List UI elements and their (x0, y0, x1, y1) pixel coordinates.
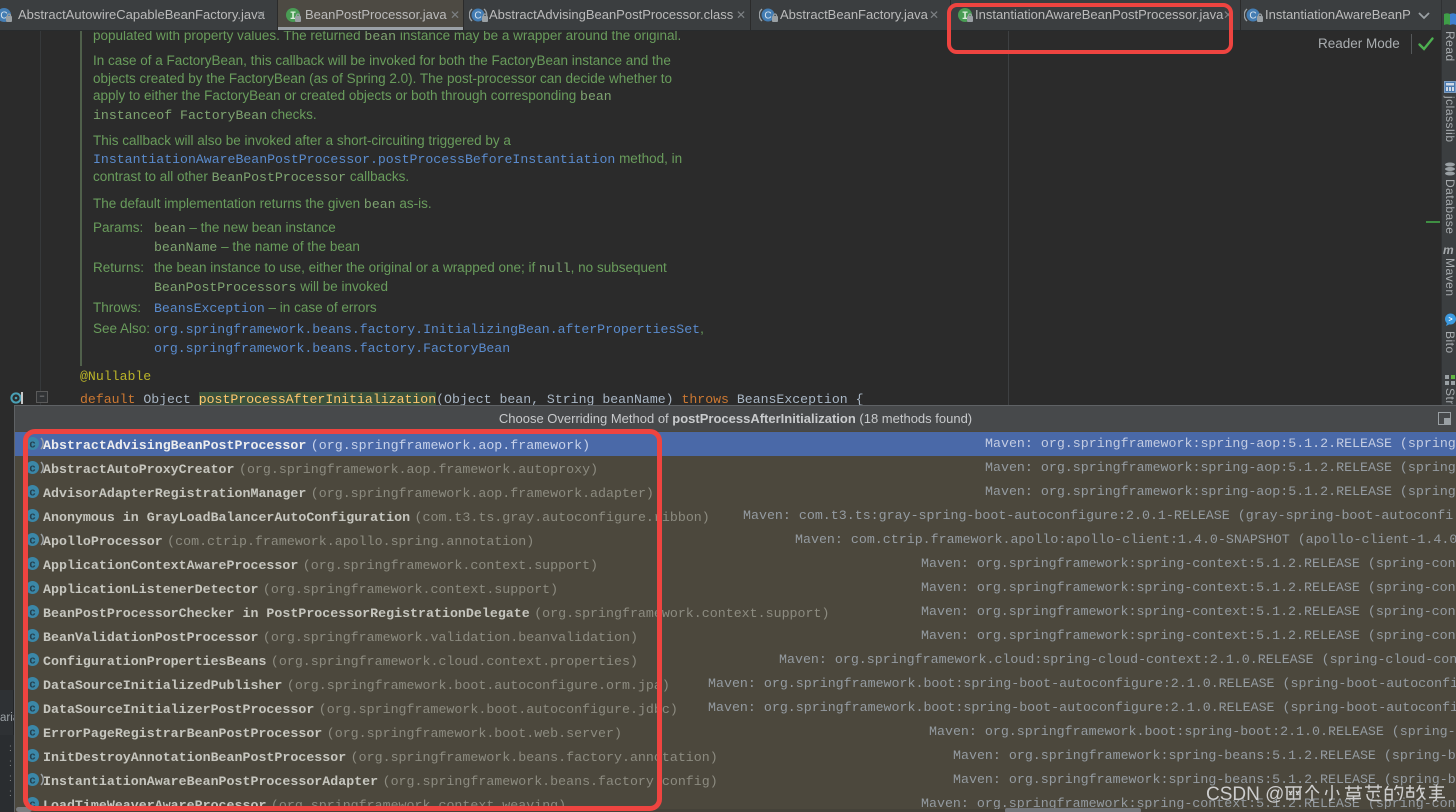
svg-text:C: C (474, 11, 481, 22)
svg-text:>: > (1448, 317, 1452, 324)
svg-text:C: C (1249, 11, 1256, 22)
svg-text:C: C (764, 11, 771, 22)
